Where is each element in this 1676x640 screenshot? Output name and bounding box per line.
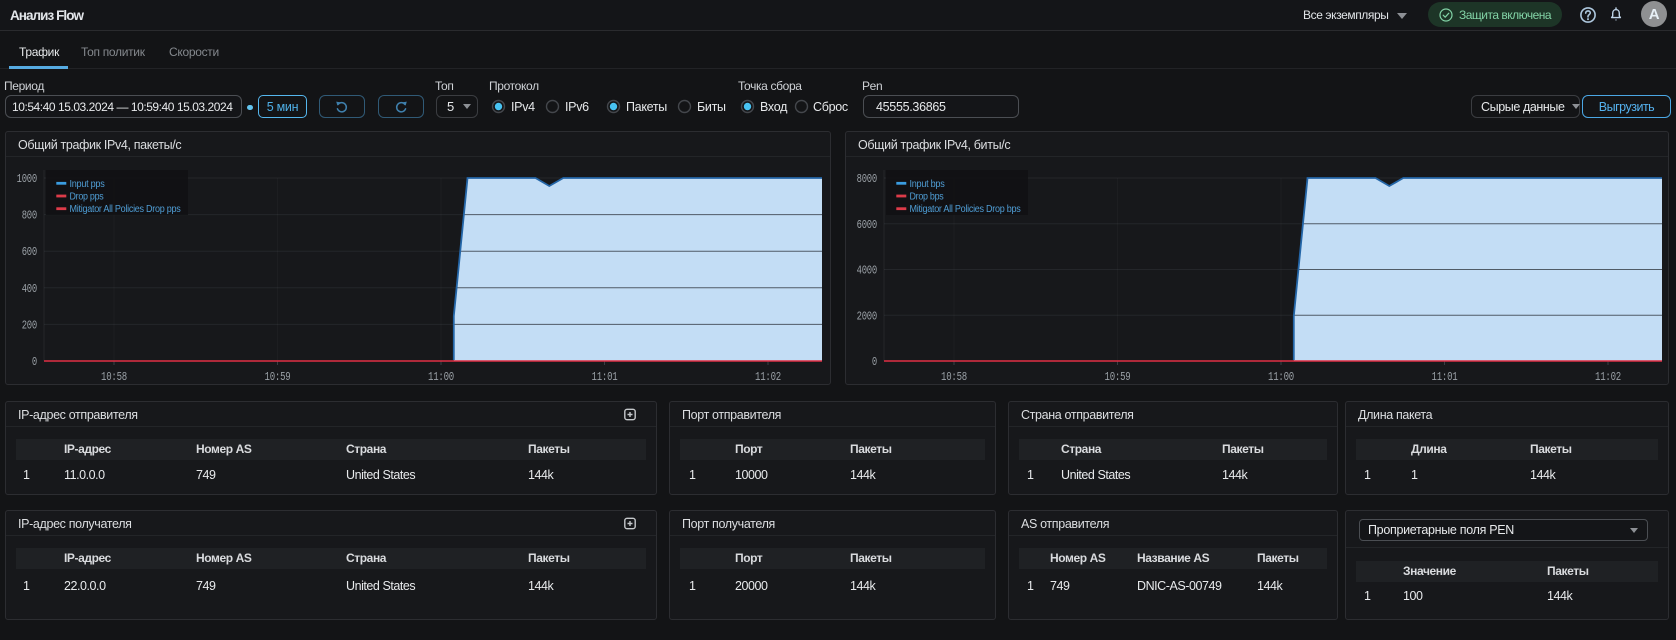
svg-text:Input bps: Input bps <box>910 179 945 190</box>
svg-text:10:59: 10:59 <box>265 370 291 384</box>
svg-text:8000: 8000 <box>857 172 877 186</box>
svg-text:10:58: 10:58 <box>101 370 127 384</box>
svg-text:1000: 1000 <box>17 172 37 186</box>
svg-text:200: 200 <box>22 318 37 332</box>
svg-text:400: 400 <box>22 282 37 296</box>
svg-text:600: 600 <box>22 245 37 259</box>
svg-text:4000: 4000 <box>857 264 877 278</box>
svg-text:10:59: 10:59 <box>1105 370 1131 384</box>
svg-text:2000: 2000 <box>857 309 877 323</box>
svg-text:10:58: 10:58 <box>941 370 967 384</box>
svg-text:11:00: 11:00 <box>1268 370 1294 384</box>
svg-text:Mitigator All Policies Drop pp: Mitigator All Policies Drop pps <box>70 204 181 215</box>
svg-text:11:02: 11:02 <box>755 370 781 384</box>
svg-text:Drop pps: Drop pps <box>70 192 104 203</box>
svg-text:11:01: 11:01 <box>1432 370 1458 384</box>
svg-text:11:01: 11:01 <box>592 370 618 384</box>
svg-text:Input pps: Input pps <box>70 179 105 190</box>
svg-text:0: 0 <box>872 355 877 369</box>
svg-text:11:02: 11:02 <box>1595 370 1621 384</box>
svg-text:0: 0 <box>32 355 37 369</box>
svg-text:6000: 6000 <box>857 218 877 232</box>
svg-text:11:00: 11:00 <box>428 370 454 384</box>
svg-text:Mitigator All Policies Drop bp: Mitigator All Policies Drop bps <box>910 204 1021 215</box>
svg-text:800: 800 <box>22 209 37 223</box>
svg-text:Drop bps: Drop bps <box>910 192 944 203</box>
